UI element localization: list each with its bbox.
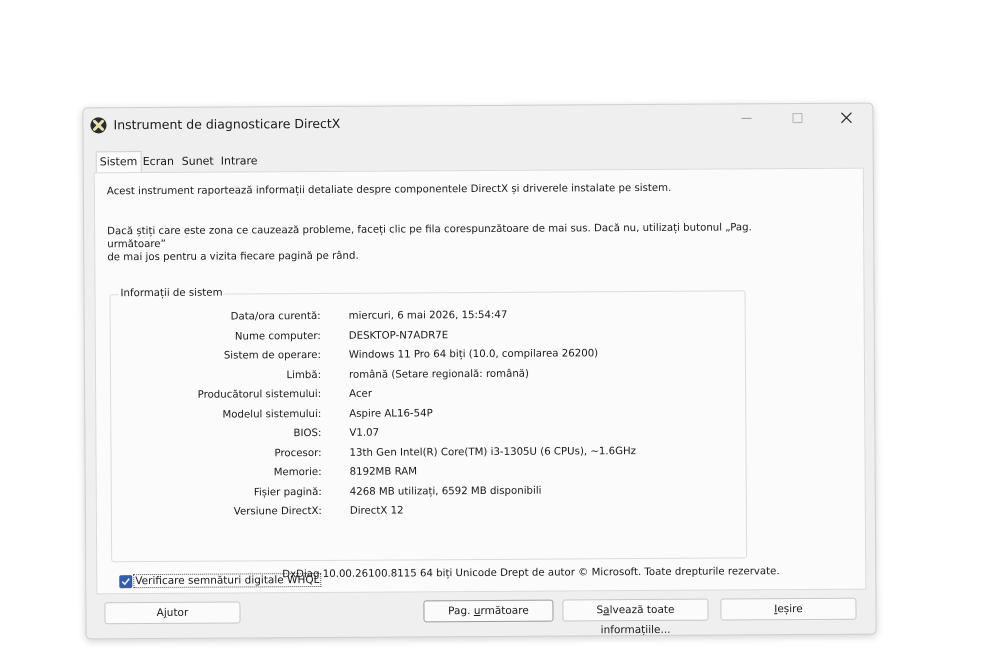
- info-value: 4268 MB utilizați, 6592 MB disponibili: [349, 485, 542, 498]
- hint-text: Dacă știți care este zona ce cauzează pr…: [107, 221, 787, 264]
- info-value: Aspire AL16-54P: [349, 407, 433, 420]
- info-label: Fișier pagină:: [253, 486, 322, 498]
- hint-line-1: Dacă știți care este zona ce cauzează pr…: [107, 222, 752, 251]
- exit-button[interactable]: Ieșire: [720, 597, 857, 621]
- info-row-os: Sistem de operare: Windows 11 Pro 64 biț…: [111, 348, 711, 366]
- maximize-button[interactable]: [775, 104, 821, 134]
- info-row-model: Modelul sistemului: Aspire AL16-54P: [111, 406, 711, 424]
- info-value: 13th Gen Intel(R) Core(TM) i3-1305U (6 C…: [349, 445, 637, 459]
- info-row-processor: Procesor: 13th Gen Intel(R) Core(TM) i3-…: [111, 445, 711, 463]
- info-label: Modelul sistemului:: [222, 408, 322, 421]
- minimize-icon: [741, 117, 752, 119]
- intro-text: Acest instrument raportează informații d…: [106, 182, 672, 198]
- info-value: Acer: [349, 388, 373, 400]
- window-title: Instrument de diagnosticare DirectX: [113, 115, 341, 133]
- info-value: Windows 11 Pro 64 biți (10.0, compilarea…: [348, 348, 599, 361]
- save-all-info-button[interactable]: Salvează toate informațiile...: [562, 598, 709, 636]
- info-row-page-file: Fișier pagină: 4268 MB utilizați, 6592 M…: [112, 484, 712, 502]
- info-label: Limbă:: [286, 369, 322, 381]
- directx-icon: [90, 117, 107, 134]
- close-button[interactable]: [824, 104, 870, 134]
- tab-ecran[interactable]: Ecran: [140, 153, 177, 171]
- tab-sistem[interactable]: Sistem: [95, 151, 142, 174]
- info-value: miercuri, 6 mai 2026, 15:54:47: [348, 309, 508, 322]
- info-value: V1.07: [349, 427, 380, 439]
- info-row-manufacturer: Producătorul sistemului: Acer: [111, 387, 711, 405]
- info-label: BIOS:: [293, 427, 322, 440]
- info-label: Memorie:: [273, 466, 322, 479]
- hint-line-2: de mai jos pentru a vizita fiecare pagin…: [107, 250, 359, 264]
- info-label: Data/ora curentă:: [230, 310, 321, 323]
- system-info-title: Informații de sistem: [118, 287, 225, 300]
- title-bar[interactable]: Instrument de diagnosticare DirectX: [83, 104, 872, 143]
- info-row-computer-name: Nume computer: DESKTOP-N7ADR7E: [111, 328, 711, 346]
- tab-sunet[interactable]: Sunet: [179, 153, 217, 171]
- sistem-tab-panel: Acest instrument raportează informații d…: [93, 167, 867, 595]
- info-label: Nume computer:: [234, 330, 321, 342]
- info-row-bios: BIOS: V1.07: [111, 426, 711, 444]
- info-value: DirectX 12: [349, 505, 404, 517]
- info-label: Versiune DirectX:: [233, 505, 322, 518]
- info-row-date: Data/ora curentă: miercuri, 6 mai 2026, …: [111, 309, 711, 327]
- tab-intrare[interactable]: Intrare: [218, 152, 261, 170]
- whql-checkbox[interactable]: [119, 575, 133, 589]
- help-button[interactable]: Ajutor: [104, 601, 241, 625]
- info-row-directx-version: Versiune DirectX: DirectX 12: [112, 504, 712, 522]
- dxdiag-window: Instrument de diagnosticare DirectX Sist…: [82, 102, 877, 640]
- info-label: Sistem de operare:: [223, 349, 321, 362]
- system-info-group: Informații de sistem Data/ora curentă: m…: [109, 287, 748, 563]
- info-row-memory: Memorie: 8192MB RAM: [112, 465, 712, 483]
- info-row-language: Limbă: română (Setare regională: română): [111, 367, 711, 385]
- info-value: DESKTOP-N7ADR7E: [348, 329, 449, 342]
- info-label: Procesor:: [274, 447, 322, 459]
- info-label: Producătorul sistemului:: [197, 388, 322, 401]
- info-value: română (Setare regională: română): [348, 368, 530, 381]
- maximize-icon: [792, 113, 803, 124]
- close-icon: [841, 112, 852, 124]
- minimize-button[interactable]: [724, 104, 770, 134]
- next-page-button[interactable]: Pag. următoare: [423, 599, 554, 623]
- info-value: 8192MB RAM: [349, 466, 418, 478]
- checkmark-icon: [121, 578, 130, 586]
